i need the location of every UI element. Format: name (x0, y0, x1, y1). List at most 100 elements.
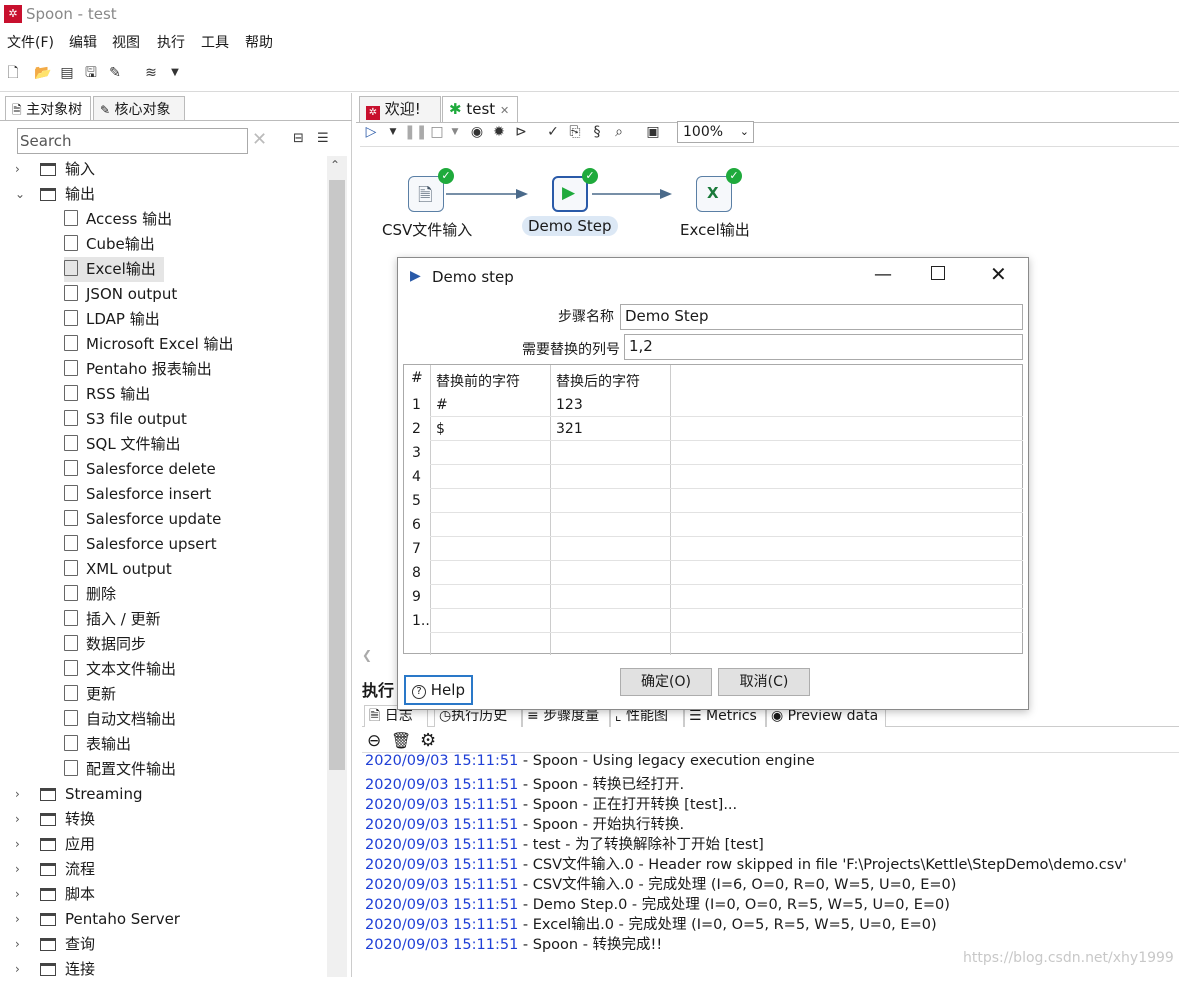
scroll-up-icon[interactable]: ⌃ (330, 158, 340, 172)
explore-repository-icon[interactable]: ▤ (58, 64, 76, 82)
new-file-icon[interactable]: 🗋 (4, 64, 22, 82)
tree-item[interactable]: Excel输出 (64, 257, 164, 282)
debug-icon[interactable]: ✹ (490, 123, 508, 141)
search-input[interactable]: Search (17, 128, 248, 154)
run-icon[interactable]: ▷ (362, 123, 380, 141)
menu-tools[interactable]: 工具 (201, 32, 229, 52)
minimize-icon[interactable]: — (874, 264, 892, 285)
tree-item[interactable]: 表输出 (64, 732, 131, 757)
tree-item[interactable]: Access 输出 (64, 207, 172, 232)
trash-icon[interactable]: 🗑 (391, 731, 411, 750)
tab-main-object-tree[interactable]: 🗎 主对象树 (5, 96, 91, 120)
tree-item[interactable]: 自动文档输出 (64, 707, 176, 732)
chevron-right-icon[interactable]: › (15, 932, 29, 957)
replace-grid[interactable]: # 替换前的字符 替换后的字符 1 #123 2 $321 3 4 5 6 7 8 9 1.. (403, 364, 1023, 655)
tree-folder[interactable]: › 查询 (15, 932, 95, 957)
save-icon[interactable]: 🖫 (82, 64, 100, 82)
menu-help[interactable]: 帮助 (245, 32, 273, 52)
close-tab-icon[interactable]: ✕ (500, 104, 509, 117)
sql-icon[interactable]: § (588, 123, 606, 141)
tree-item[interactable]: LDAP 输出 (64, 307, 160, 332)
demo-step-icon[interactable]: ▶ (552, 176, 588, 212)
tree-folder[interactable]: › 转换 (15, 807, 95, 832)
tree-item[interactable]: JSON output (64, 282, 177, 307)
close-icon[interactable]: ✕ (990, 262, 1007, 286)
grid-header-before[interactable]: 替换前的字符 (436, 371, 520, 391)
layers-icon[interactable]: ≋ (142, 64, 160, 82)
tree-folder[interactable]: › 输入 (15, 157, 95, 182)
grid-cell-before[interactable]: # (436, 397, 448, 413)
explore-db-icon[interactable]: ⌕ (610, 123, 628, 141)
tree-item[interactable]: Salesforce upsert (64, 532, 217, 557)
tab-test[interactable]: ✱ test ✕ (442, 96, 518, 122)
grid-cell-after[interactable]: 123 (556, 397, 583, 413)
gear-icon[interactable]: ⚙ (420, 730, 436, 751)
chevron-right-icon[interactable]: › (15, 957, 29, 982)
tree-item[interactable]: S3 file output (64, 407, 187, 432)
tree-item[interactable]: Pentaho 报表输出 (64, 357, 212, 382)
tree-folder[interactable]: › 脚本 (15, 882, 95, 907)
cancel-button[interactable]: 取消(C) (718, 668, 810, 696)
menu-file[interactable]: 文件(F) (7, 32, 54, 52)
verify-icon[interactable]: ✓ (544, 123, 562, 141)
chevron-right-icon[interactable]: › (15, 857, 29, 882)
menu-edit[interactable]: 编辑 (69, 32, 97, 52)
chevron-right-icon[interactable]: › (15, 882, 29, 907)
run-options-chevron-icon[interactable]: ▼ (384, 123, 402, 141)
tree-item[interactable]: Salesforce update (64, 507, 221, 532)
excel-output-step-icon[interactable]: X (696, 176, 732, 212)
tree-folder[interactable]: ⌄ 输出 (15, 182, 95, 207)
chevron-right-icon[interactable]: › (15, 782, 29, 807)
pause-icon[interactable]: ❚❚ (404, 123, 427, 141)
grid-header-after[interactable]: 替换后的字符 (556, 371, 640, 391)
ok-button[interactable]: 确定(O) (620, 668, 712, 696)
collapse-all-icon[interactable]: ⊟ (293, 131, 304, 146)
expand-all-icon[interactable]: ☰ (317, 131, 329, 146)
menu-view[interactable]: 视图 (112, 32, 140, 52)
chevron-right-icon[interactable]: › (15, 907, 29, 932)
step-name-input[interactable]: Demo Step (620, 304, 1023, 330)
chevron-right-icon[interactable]: › (15, 157, 29, 182)
tree-item[interactable]: Microsoft Excel 输出 (64, 332, 234, 357)
stop-icon[interactable]: □ (428, 123, 446, 141)
menu-run[interactable]: 执行 (157, 32, 185, 52)
stop-options-chevron-icon[interactable]: ▼ (446, 123, 464, 141)
tree-item[interactable]: 删除 (64, 582, 116, 607)
tree-item[interactable]: 配置文件输出 (64, 757, 176, 782)
chevron-down-icon[interactable]: ▼ (166, 64, 184, 82)
tree-item[interactable]: 文本文件输出 (64, 657, 176, 682)
tree-item[interactable]: 数据同步 (64, 632, 146, 657)
tab-welcome[interactable]: ✲ 欢迎! (359, 96, 441, 122)
clear-search-icon[interactable]: ✕ (252, 129, 267, 150)
preview-icon[interactable]: ◉ (468, 123, 486, 141)
maximize-icon[interactable] (931, 266, 945, 280)
grid-cell-before[interactable]: $ (436, 421, 445, 437)
csv-input-step-icon[interactable]: 🗎 (408, 176, 444, 212)
tree-item[interactable]: Cube输出 (64, 232, 155, 257)
open-file-icon[interactable]: 📂 (34, 64, 52, 82)
tree-item[interactable]: 更新 (64, 682, 116, 707)
tree-item[interactable]: Salesforce delete (64, 457, 216, 482)
help-button[interactable]: ? Help (404, 675, 473, 705)
show-results-icon[interactable]: ▣ (644, 123, 662, 141)
tree-folder[interactable]: › 连接 (15, 957, 95, 982)
tree-folder[interactable]: › Streaming (15, 782, 142, 807)
tab-core-objects[interactable]: ✎ 核心对象 (93, 96, 185, 120)
stop-log-icon[interactable]: ⊖ (367, 731, 381, 751)
left-scrollbar-thumb[interactable] (329, 180, 345, 770)
chevron-down-icon[interactable]: ⌄ (15, 182, 29, 207)
scroll-left-icon[interactable]: ❮ (362, 648, 400, 664)
tree-folder[interactable]: › Pentaho Server (15, 907, 180, 932)
impact-icon[interactable]: ⎘ (566, 123, 584, 141)
save-as-icon[interactable]: ✎ (106, 64, 124, 82)
columns-input[interactable]: 1,2 (624, 334, 1023, 360)
zoom-select[interactable]: 100% ⌄ (677, 121, 754, 143)
grid-cell-after[interactable]: 321 (556, 421, 583, 437)
tree-folder[interactable]: › 应用 (15, 832, 95, 857)
chevron-right-icon[interactable]: › (15, 832, 29, 857)
tree-item[interactable]: Salesforce insert (64, 482, 211, 507)
tree-item[interactable]: 插入 / 更新 (64, 607, 161, 632)
tree-item[interactable]: RSS 输出 (64, 382, 150, 407)
replay-icon[interactable]: ⊳ (512, 123, 530, 141)
tree-item[interactable]: XML output (64, 557, 172, 582)
